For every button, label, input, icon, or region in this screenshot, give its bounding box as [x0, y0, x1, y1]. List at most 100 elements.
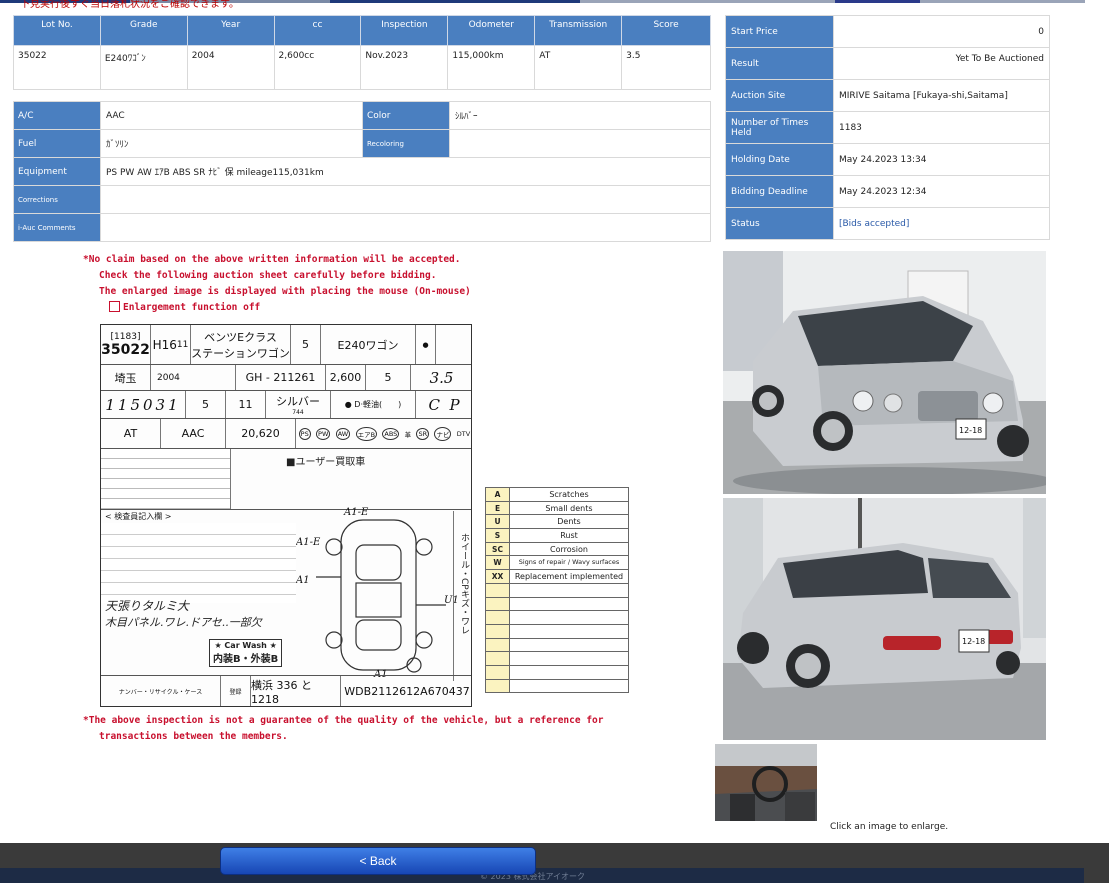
spec-value-row: 35022 E240ﾜｺﾞﾝ 2004 2,600cc Nov.2023 115…	[13, 45, 711, 90]
holding-date-value: May 24.2023 13:34	[833, 143, 1050, 176]
disclaimer-line-2: transactions between the members.	[99, 731, 288, 742]
sheet-color-code: 744	[292, 409, 304, 416]
back-button-label: < Back	[359, 854, 397, 868]
page: 下見実行後すぐ当日落札状況をご確認できます。 Lot No. Grade Yea…	[0, 0, 1109, 883]
svg-text:A1: A1	[296, 575, 310, 586]
lot-no-value: 35022	[13, 45, 101, 90]
back-button[interactable]: < Back	[220, 847, 536, 875]
fuel-value: ｶﾞｿﾘﾝ	[100, 129, 363, 158]
sheet-seats: 5	[366, 365, 411, 390]
start-price-value: 0	[833, 15, 1050, 48]
svg-text:A1-E: A1-E	[343, 507, 369, 518]
result-label: Result	[725, 47, 834, 80]
equip-abs: ABS	[382, 427, 400, 440]
enlargement-toggle-label: Enlargement function off	[123, 302, 261, 313]
score-value: 3.5	[621, 45, 711, 90]
car-photo-interior-thumb[interactable]	[715, 744, 817, 821]
legend-code: SC	[485, 541, 510, 557]
car-damage-diagram: A1-E A1-E A1 U1 A1	[296, 507, 459, 680]
equip-aw: AW	[335, 427, 351, 440]
car-photo-rear-drawing: 12-18	[723, 498, 1046, 740]
spec-table: Lot No. Grade Year cc Inspection Odomete…	[13, 15, 711, 90]
odometer-value: 115,000km	[447, 45, 536, 90]
fuel-label: Fuel	[13, 129, 101, 158]
enlargement-toggle[interactable]: Enlargement function off	[109, 301, 260, 313]
car-photo-front-drawing: 12-18	[723, 251, 1046, 494]
year-value: 2004	[186, 45, 275, 90]
car-photo-front[interactable]: 12-18	[723, 251, 1046, 494]
result-value: Yet To Be Auctioned	[833, 47, 1050, 80]
holding-date-label: Holding Date	[725, 143, 834, 176]
legend-code: A	[485, 487, 510, 502]
auction-sheet-image[interactable]: [1183] 35022 H16 11 ベンツEクラス ステーションワゴン 5 E…	[100, 324, 472, 707]
recoloring-value	[449, 129, 711, 158]
equip-navi: ナビ	[434, 426, 452, 441]
car-photo-rear[interactable]: 12-18	[723, 498, 1046, 740]
equip-dtv: DTV	[456, 429, 471, 438]
spec-header: Year	[186, 15, 275, 46]
spec-header: cc	[273, 15, 362, 46]
equipment-value: PS PW AW ｴｱB ABS SR ﾅﾋﾞ 保 mileage115,031…	[100, 157, 711, 186]
inspection-value: Nov.2023	[360, 45, 449, 90]
recoloring-label: Recoloring	[362, 129, 450, 158]
legend-desc: Corrosion	[509, 541, 629, 557]
times-held-label: Number of Times Held	[725, 111, 834, 144]
damage-legend: A Scratches E Small dents U Dents S Rust SC C…	[485, 487, 629, 694]
svg-text:A1-E: A1-E	[296, 537, 321, 548]
sheet-name-2: ステーションワゴン	[191, 346, 290, 360]
sheet-year: 2004	[151, 365, 236, 390]
detail-table: A/C AAC Color ｼﾙﾊﾞｰ Fuel ｶﾞｿﾘﾝ Recolorin…	[13, 101, 711, 242]
comments-label: i-Auc Comments	[13, 213, 101, 242]
sheet-exp-year: 5	[186, 391, 226, 418]
sheet-color: シルバー	[276, 395, 320, 408]
enlargement-checkbox[interactable]	[109, 301, 120, 312]
times-held-value: 1183	[833, 111, 1050, 144]
legend-desc: Scratches	[509, 487, 629, 502]
rear-plate-text: 12-18	[962, 637, 985, 646]
equip-leather: 革	[404, 430, 412, 439]
carwash-sub: 内装B・外装B	[213, 654, 279, 665]
transmission-value: AT	[534, 45, 623, 90]
legend-desc: Rust	[509, 528, 629, 543]
sheet-ac: AAC	[161, 419, 226, 448]
sheet-times: [1183]	[110, 331, 141, 342]
ac-value: AAC	[100, 101, 363, 130]
spec-header-row: Lot No. Grade Year cc Inspection Odomete…	[13, 15, 711, 46]
front-plate-text: 12-18	[959, 426, 982, 435]
legend-desc: Signs of repair / Wavy surfaces	[509, 555, 629, 571]
top-cut-text: 下見実行後すぐ当日落札状況をご確認できます。	[20, 0, 239, 10]
sheet-hand-note-2: 木目パネル.ワレ.ドアセ..一部欠	[105, 616, 262, 629]
status-label: Status	[725, 207, 834, 240]
sheet-inspector-title: < 検査員記入欄 >	[105, 512, 172, 521]
carwash-title: ★ Car Wash ★	[214, 641, 277, 650]
sheet-hand-note-1: 天張りタルミ大	[105, 599, 190, 613]
equipment-label: Equipment	[13, 157, 101, 186]
spec-header: Inspection	[360, 15, 449, 46]
status-link[interactable]: [Bids accepted]	[833, 207, 1050, 240]
sheet-plate: 横浜 336 と 1218	[251, 676, 341, 706]
auction-site-value: MIRIVE Saitama [Fukaya-shi,Saitama]	[833, 79, 1050, 112]
corrections-label: Corrections	[13, 185, 101, 214]
notice-line-3: The enlarged image is displayed with pla…	[99, 286, 471, 297]
auction-site-label: Auction Site	[725, 79, 834, 112]
sheet-name-1: ベンツEクラス	[204, 330, 277, 344]
sheet-era: H16	[152, 337, 177, 352]
spec-header: Transmission	[534, 15, 623, 46]
sheet-equipment: PS PW AW エアB ABS 革 SR ナビ DTV	[296, 419, 473, 448]
notice-line-2: Check the following auction sheet carefu…	[99, 270, 437, 281]
sheet-score: 3.5	[429, 368, 454, 387]
sheet-cc: 2,600	[326, 365, 366, 390]
grade-value: E240ﾜｺﾞﾝ	[99, 45, 188, 90]
spec-header: Grade	[99, 15, 188, 46]
ac-label: A/C	[13, 101, 101, 130]
legend-desc: Small dents	[509, 500, 629, 516]
sheet-vin: WDB2112612A670437	[344, 684, 470, 698]
spec-header: Lot No.	[13, 15, 101, 46]
legend-desc: Replacement implemented	[509, 569, 629, 584]
legend-code: XX	[485, 569, 510, 584]
bidding-deadline-label: Bidding Deadline	[725, 175, 834, 208]
sheet-mileage: 115031	[101, 391, 186, 418]
auction-info-table: Start Price 0 Result Yet To Be Auctioned…	[725, 15, 1050, 240]
corrections-value	[100, 185, 711, 214]
sheet-region: 埼玉	[101, 365, 151, 390]
